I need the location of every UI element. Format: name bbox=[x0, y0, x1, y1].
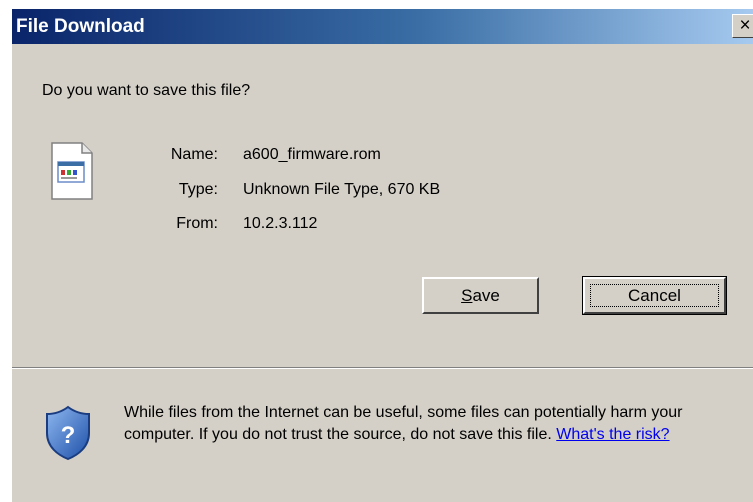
save-prompt: Do you want to save this file? bbox=[42, 82, 251, 99]
unknown-file-icon bbox=[51, 142, 93, 200]
file-type-value: Unknown File Type, 670 KB bbox=[243, 181, 441, 198]
file-download-dialog: File Download × Do you want to save this… bbox=[11, 8, 753, 502]
save-button[interactable]: Save bbox=[422, 277, 539, 314]
from-label: From: bbox=[176, 215, 218, 232]
close-icon: × bbox=[739, 15, 751, 36]
name-label: Name: bbox=[170, 146, 218, 163]
cancel-button[interactable]: Cancel bbox=[582, 276, 727, 315]
type-label: Type: bbox=[178, 181, 218, 198]
window-title: File Download bbox=[16, 16, 145, 37]
whats-the-risk-link[interactable]: What's the risk? bbox=[556, 426, 669, 443]
file-source-value: 10.2.3.112 bbox=[243, 215, 318, 232]
security-shield-icon: ? bbox=[46, 405, 90, 461]
save-button-label: Save bbox=[461, 285, 500, 305]
file-name-value: a600_firmware.rom bbox=[243, 146, 381, 163]
focus-ring bbox=[590, 284, 719, 307]
divider-highlight bbox=[12, 368, 753, 369]
security-warning: While files from the Internet can be use… bbox=[124, 402, 744, 446]
close-button[interactable]: × bbox=[732, 14, 753, 38]
svg-text:?: ? bbox=[61, 422, 76, 449]
title-bar[interactable]: File Download × bbox=[12, 9, 753, 44]
